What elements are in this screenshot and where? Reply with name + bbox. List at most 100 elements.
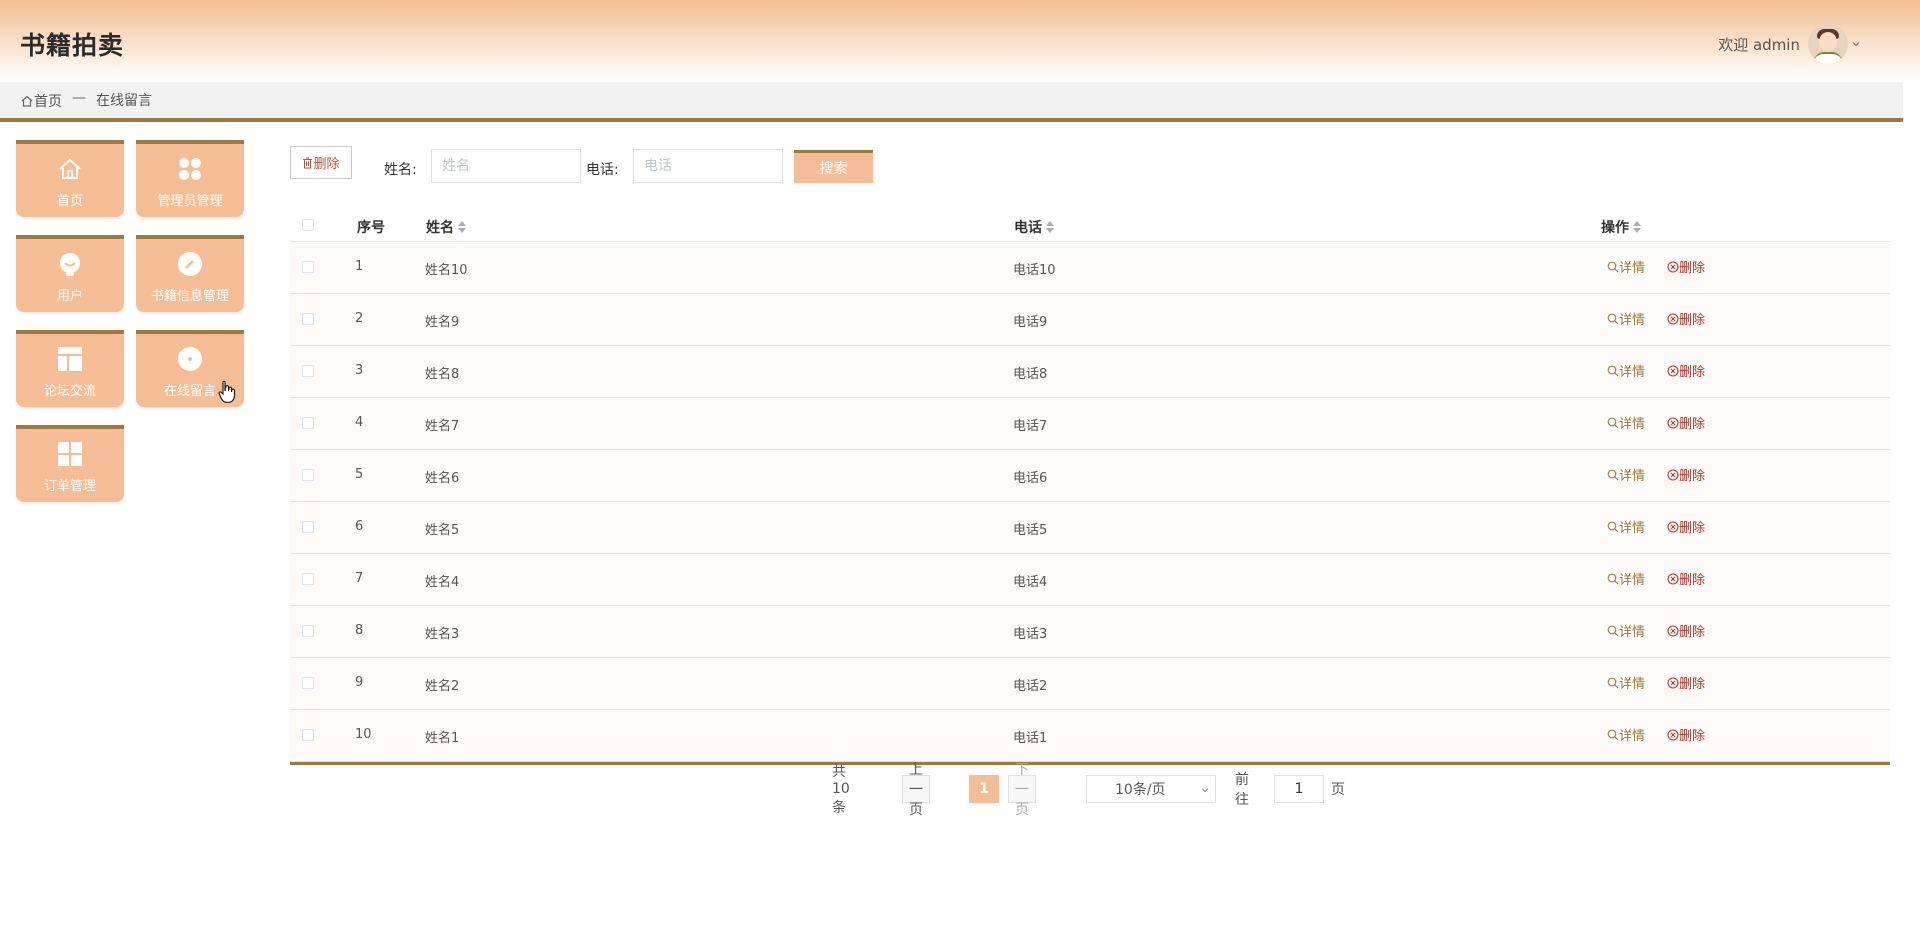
delete-row-button[interactable]: 删除 (1667, 309, 1705, 328)
sidebar-item-label: 管理员管理 (157, 194, 223, 209)
delete-row-label: 删除 (1679, 469, 1706, 484)
row-checkbox[interactable] (302, 729, 314, 741)
view-detail-button[interactable]: 详情 (1607, 517, 1645, 536)
column-name-header[interactable]: 姓名 (426, 217, 466, 237)
search-icon (1607, 417, 1619, 428)
row-checkbox[interactable] (302, 417, 314, 429)
delete-row-button[interactable]: 删除 (1667, 257, 1705, 276)
view-detail-label: 详情 (1619, 729, 1646, 744)
delete-row-button[interactable]: 删除 (1667, 569, 1705, 588)
delete-row-button[interactable]: 删除 (1667, 517, 1705, 536)
close-circle-icon (1667, 260, 1679, 273)
search-icon (1607, 677, 1619, 688)
table-row: 1 姓名10 电话10 详情 删除 (290, 242, 1890, 294)
breadcrumb-home[interactable]: 首页 (20, 91, 62, 111)
delete-row-button[interactable]: 删除 (1667, 465, 1705, 484)
row-actions: 详情 删除 (1607, 517, 1705, 536)
view-detail-label: 详情 (1619, 521, 1646, 536)
view-detail-label: 详情 (1619, 417, 1646, 432)
row-actions: 详情 删除 (1607, 569, 1705, 588)
edit-icon (136, 251, 244, 277)
row-checkbox[interactable] (302, 573, 314, 585)
view-detail-button[interactable]: 详情 (1607, 361, 1645, 380)
row-name: 姓名1 (425, 731, 460, 746)
phone-filter-label: 电话: (586, 162, 619, 178)
messages-table: 序号 姓名 电话 操作 1 姓名10 电话10 详情 删除 2 姓名9 电话9 详情 删除 3 姓名8… (290, 209, 1890, 765)
view-detail-button[interactable]: 详情 (1607, 673, 1645, 692)
delete-row-button[interactable]: 删除 (1667, 621, 1705, 640)
chevron-down-icon[interactable] (1852, 40, 1860, 48)
row-phone: 电话5 (1013, 523, 1048, 538)
view-detail-button[interactable]: 详情 (1607, 257, 1645, 276)
sidebar-item-users[interactable]: 用户 (16, 235, 124, 312)
batch-delete-button[interactable]: 删除 (290, 146, 352, 179)
page-size-select[interactable]: 10条/页 (1086, 775, 1216, 803)
sidebar-item-label: 首页 (56, 194, 83, 209)
table-row: 5 姓名6 电话6 详情 删除 (290, 450, 1890, 502)
column-index-header: 序号 (357, 220, 385, 236)
row-phone: 电话8 (1013, 367, 1048, 382)
view-detail-label: 详情 (1619, 573, 1646, 588)
view-detail-button[interactable]: 详情 (1607, 569, 1645, 588)
sidebar-item-forum[interactable]: 论坛交流 (16, 330, 124, 407)
prev-page-button[interactable]: 上一页 (902, 762, 930, 818)
phone-search-input[interactable] (633, 149, 783, 183)
table-row: 8 姓名3 电话3 详情 删除 (290, 606, 1890, 658)
row-checkbox[interactable] (302, 625, 314, 637)
row-index: 1 (355, 259, 364, 274)
search-icon (1607, 573, 1619, 584)
search-icon (1607, 729, 1619, 740)
row-index: 5 (355, 467, 364, 482)
column-phone-header[interactable]: 电话 (1014, 217, 1054, 237)
row-checkbox[interactable] (302, 261, 314, 273)
view-detail-button[interactable]: 详情 (1607, 309, 1645, 328)
delete-row-button[interactable]: 删除 (1667, 361, 1705, 380)
row-checkbox[interactable] (302, 677, 314, 689)
search-button[interactable]: 搜索 (794, 150, 873, 183)
view-detail-button[interactable]: 详情 (1607, 725, 1645, 744)
sidebar-item-home[interactable]: 首页 (16, 140, 124, 217)
column-actions-header[interactable]: 操作 (1601, 217, 1641, 237)
row-checkbox[interactable] (302, 313, 314, 325)
sidebar-item-orders[interactable]: 订单管理 (16, 425, 124, 502)
close-circle-icon (1667, 676, 1679, 689)
next-page-button[interactable]: 下一页 (1008, 762, 1036, 818)
sort-icon[interactable] (1633, 221, 1641, 233)
avatar[interactable] (1808, 24, 1848, 64)
view-detail-button[interactable]: 详情 (1607, 413, 1645, 432)
row-checkbox[interactable] (302, 365, 314, 377)
delete-row-button[interactable]: 删除 (1667, 673, 1705, 692)
row-actions: 详情 删除 (1607, 673, 1705, 692)
select-all-checkbox[interactable] (302, 219, 314, 231)
view-detail-button[interactable]: 详情 (1607, 621, 1645, 640)
page-number-button[interactable]: 1 (969, 775, 999, 803)
delete-row-label: 删除 (1679, 625, 1706, 640)
view-detail-button[interactable]: 详情 (1607, 465, 1645, 484)
row-actions: 详情 删除 (1607, 413, 1705, 432)
sidebar-item-admin-management[interactable]: 管理员管理 (136, 140, 244, 217)
hand-cursor-icon (218, 380, 236, 404)
delete-row-button[interactable]: 删除 (1667, 725, 1705, 744)
row-name: 姓名6 (425, 471, 460, 486)
delete-row-label: 删除 (1679, 417, 1706, 432)
delete-row-button[interactable]: 删除 (1667, 413, 1705, 432)
row-checkbox[interactable] (302, 521, 314, 533)
home-icon (16, 156, 124, 182)
row-checkbox[interactable] (302, 469, 314, 481)
sort-icon[interactable] (458, 221, 466, 233)
table-row: 6 姓名5 电话5 详情 删除 (290, 502, 1890, 554)
sidebar-item-book-info[interactable]: 书籍信息管理 (136, 235, 244, 312)
delete-row-label: 删除 (1679, 677, 1706, 692)
table-row: 9 姓名2 电话2 详情 删除 (290, 658, 1890, 710)
name-filter-label: 姓名: (384, 162, 417, 178)
sidebar-item-label: 书籍信息管理 (150, 289, 229, 304)
goto-page-input[interactable] (1274, 775, 1324, 803)
user-menu[interactable]: 欢迎 admin (1718, 24, 1860, 64)
table-body: 1 姓名10 电话10 详情 删除 2 姓名9 电话9 详情 删除 3 姓名8 电话8 详情 删除 4 姓名7 电… (290, 242, 1890, 762)
table-row: 2 姓名9 电话9 详情 删除 (290, 294, 1890, 346)
close-circle-icon (1667, 312, 1679, 325)
sort-icon[interactable] (1046, 221, 1054, 233)
batch-delete-label: 删除 (313, 157, 340, 172)
row-name: 姓名4 (425, 575, 460, 590)
name-search-input[interactable] (431, 149, 581, 183)
